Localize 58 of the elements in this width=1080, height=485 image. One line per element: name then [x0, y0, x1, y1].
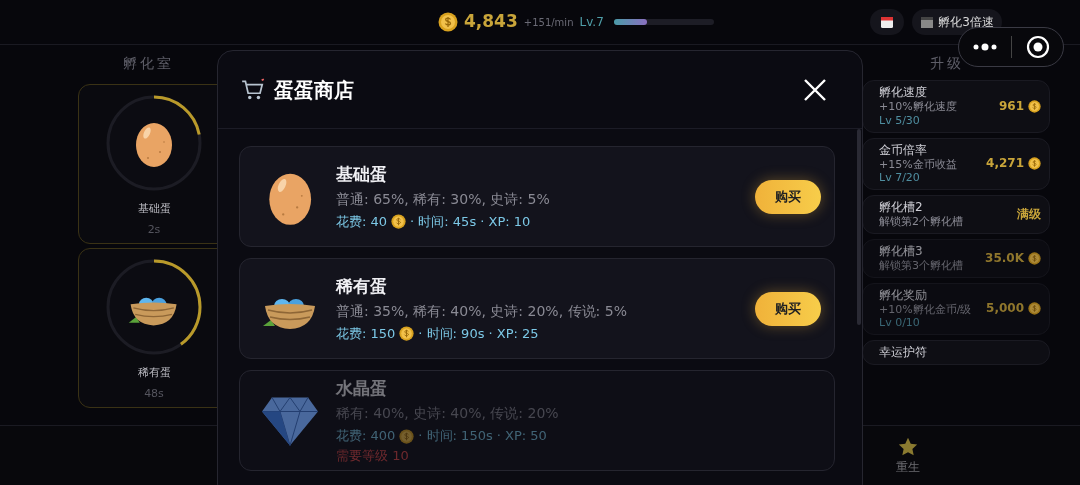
coin-rate: +151/min — [523, 15, 574, 30]
upgrade-description: +10%孵化速度 — [879, 100, 957, 114]
item-name: 水晶蛋 — [336, 376, 388, 400]
incubator-title: 孵化室 — [121, 54, 175, 73]
upgrade-level: Lv 5/30 — [879, 113, 921, 128]
slot-egg-name: 稀有蛋 — [137, 365, 171, 381]
upgrade-description: 解锁第3个孵化槽 — [879, 258, 963, 273]
clapperboard-icon — [920, 15, 935, 29]
calendar-icon — [880, 15, 895, 29]
upgrade-name: 孵化奖励 — [879, 287, 928, 303]
upgrade-price: 961 — [998, 98, 1024, 114]
slot-time: 2s — [147, 221, 161, 238]
slot-time: 48s — [144, 385, 164, 402]
upgrade-description: 解锁第2个孵化槽 — [879, 215, 963, 229]
upgrade-description: +15%金币收益 — [879, 157, 957, 172]
coin-icon — [399, 428, 415, 444]
upgrade-price: 4,271 — [986, 156, 1024, 172]
buy-button[interactable]: 购买 — [755, 179, 821, 214]
item-name: 基础蛋 — [336, 162, 388, 186]
dialog-title: 蛋蛋商店 — [274, 76, 354, 104]
upgrade-name: 金币倍率 — [879, 142, 928, 158]
upgrade-price: 满级 — [1017, 206, 1041, 222]
buy-button[interactable]: 购买 — [755, 291, 821, 326]
upgrade-name: 幸运护符 — [879, 345, 927, 360]
target-icon — [1025, 35, 1050, 59]
coin-icon — [399, 326, 415, 342]
item-cost: 花费: 40 — [336, 213, 388, 231]
player-level: Lv.7 — [579, 14, 604, 31]
coin-balance: 4,843 — [464, 10, 518, 34]
upgrade-description: +10%孵化金币/级 — [879, 302, 972, 317]
item-name: 稀有蛋 — [336, 274, 388, 298]
slot-egg-name: 基础蛋 — [137, 201, 171, 217]
upgrade-price: 5,000 — [986, 301, 1024, 317]
calendar-button[interactable] — [870, 9, 905, 35]
drop-rates: 普通: 35%, 稀有: 40%, 史诗: 20%, 传说: 5% — [336, 302, 627, 321]
level-requirement: 需要等级 10 — [336, 446, 410, 465]
more-icon — [972, 43, 998, 51]
upgrade-level: Lv 7/20 — [879, 171, 921, 185]
upgrade-card[interactable]: 孵化速度 +10%孵化速度 Lv 5/30 961 — [862, 80, 1050, 133]
item-cost: 花费: 400 — [336, 427, 396, 446]
upgrade-price: 35.0K — [985, 250, 1024, 266]
upgrade-card[interactable]: 孵化槽2 解锁第2个孵化槽 满级 — [862, 195, 1050, 234]
drop-rates: 普通: 65%, 稀有: 30%, 史诗: 5% — [336, 190, 550, 209]
upgrade-card[interactable]: 金币倍率 +15%金币收益 Lv 7/20 4,271 — [862, 137, 1050, 190]
upgrade-name: 孵化速度 — [879, 85, 928, 100]
coin-icon — [438, 12, 458, 32]
item-cost: 花费: 150 — [336, 325, 396, 343]
item-details: · 时间: 90s · XP: 25 — [418, 325, 539, 343]
upgrade-name: 孵化槽2 — [879, 200, 924, 215]
coin-icon — [391, 214, 407, 230]
close-icon — [803, 77, 827, 102]
nav-tab[interactable]: 重生 — [896, 435, 920, 476]
upgrade-name: 孵化槽3 — [879, 243, 924, 259]
upgrade-level: Lv 0/10 — [879, 316, 921, 330]
upgrades-title: 升级 — [929, 54, 965, 73]
upgrade-card[interactable]: 幸运护符 — [862, 340, 1050, 365]
item-details: · 时间: 150s · XP: 50 — [418, 427, 547, 446]
item-details: · 时间: 45s · XP: 10 — [410, 213, 531, 231]
